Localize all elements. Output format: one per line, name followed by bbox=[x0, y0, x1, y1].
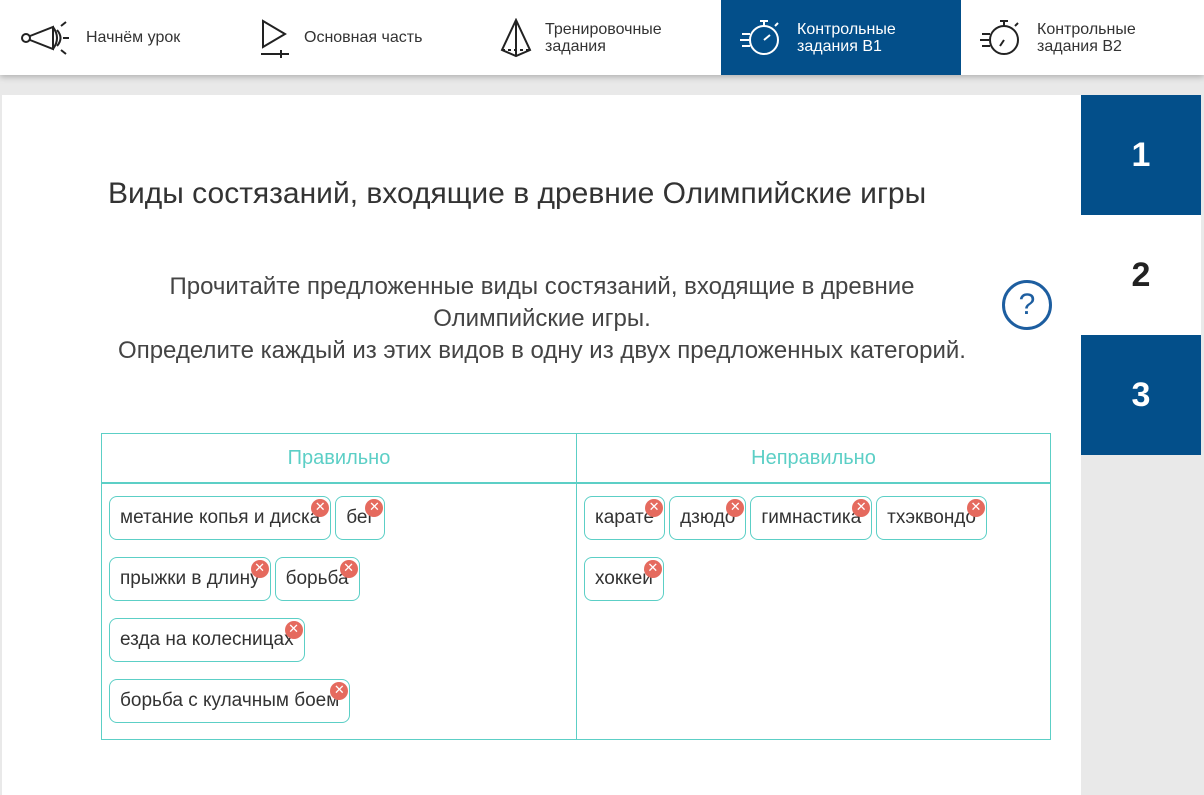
task-card: Виды состязаний, входящие в древние Олим… bbox=[2, 95, 1081, 795]
remove-icon[interactable]: ✕ bbox=[330, 682, 349, 700]
remove-icon[interactable]: ✕ bbox=[726, 499, 745, 517]
answer-chip[interactable]: карате ✕ bbox=[584, 496, 666, 540]
answer-chip[interactable]: езда на колесницах ✕ bbox=[109, 618, 305, 662]
chip-label: борьба bbox=[285, 568, 349, 589]
column-header-correct: Правильно bbox=[102, 434, 576, 484]
task-number-label: 3 bbox=[1131, 375, 1151, 414]
nav-label: Контрольные задания В1 bbox=[797, 20, 896, 55]
chip-label: гимнастика bbox=[761, 507, 862, 528]
answer-chip[interactable]: гимнастика ✕ bbox=[750, 496, 873, 540]
stopwatch-icon bbox=[979, 18, 1023, 58]
column-header-incorrect: Неправильно bbox=[577, 434, 1050, 484]
help-button[interactable]: ? bbox=[1002, 280, 1052, 330]
nav-label: Начнём урок bbox=[86, 29, 181, 46]
drop-zone-correct[interactable]: метание копья и диска ✕ бег ✕ прыжки в дли… bbox=[102, 484, 576, 740]
remove-icon[interactable]: ✕ bbox=[339, 560, 358, 578]
remove-icon[interactable]: ✕ bbox=[645, 499, 664, 517]
nav-label: Тренировочные задания bbox=[545, 20, 662, 55]
task-number-label: 1 bbox=[1131, 135, 1151, 174]
remove-icon[interactable]: ✕ bbox=[365, 499, 384, 517]
chip-label: прыжки в длину bbox=[120, 568, 260, 589]
remove-icon[interactable]: ✕ bbox=[966, 499, 985, 517]
nav-label: Основная часть bbox=[304, 29, 423, 46]
nav-control-tasks-b1[interactable]: Контрольные задания В1 bbox=[721, 0, 961, 75]
answer-chip[interactable]: тхэквондо ✕ bbox=[876, 496, 987, 540]
question-icon: ? bbox=[1018, 288, 1036, 321]
nav-main-part[interactable]: Основная часть bbox=[240, 0, 480, 75]
category-table: Правильно метание копья и диска ✕ бег ✕ пр… bbox=[101, 433, 1051, 740]
column-correct[interactable]: Правильно метание копья и диска ✕ бег ✕ пр… bbox=[102, 434, 577, 739]
task-number-3[interactable]: 3 bbox=[1081, 335, 1201, 455]
instruction-line-1: Прочитайте предложенные виды состязаний,… bbox=[169, 273, 915, 332]
remove-icon[interactable]: ✕ bbox=[284, 621, 303, 639]
chip-label: борьба с кулачным боем bbox=[120, 690, 340, 711]
task-number-1[interactable]: 1 bbox=[1081, 95, 1201, 215]
drop-zone-incorrect[interactable]: карате ✕ дзюдо ✕ гимнастика ✕ тхэквондо ✕ хо… bbox=[577, 484, 1050, 618]
remove-icon[interactable]: ✕ bbox=[643, 560, 662, 578]
answer-chip[interactable]: дзюдо ✕ bbox=[669, 496, 747, 540]
chip-label: метание копья и диска bbox=[120, 507, 321, 528]
task-title: Виды состязаний, входящие в древние Олим… bbox=[108, 177, 927, 210]
answer-chip[interactable]: метание копья и диска ✕ bbox=[109, 496, 332, 540]
remove-icon[interactable]: ✕ bbox=[311, 499, 330, 517]
megaphone-icon bbox=[18, 20, 70, 55]
answer-chip[interactable]: хоккей ✕ bbox=[584, 557, 664, 601]
play-icon bbox=[258, 18, 294, 58]
task-instruction: Прочитайте предложенные виды состязаний,… bbox=[112, 271, 972, 367]
nav-control-tasks-b2[interactable]: Контрольные задания В2 bbox=[961, 0, 1204, 75]
pyramid-icon bbox=[498, 17, 534, 58]
column-incorrect[interactable]: Неправильно карате ✕ дзюдо ✕ гимнастика ✕ т… bbox=[577, 434, 1050, 739]
nav-training-tasks[interactable]: Тренировочные задания bbox=[480, 0, 721, 75]
answer-chip[interactable]: прыжки в длину ✕ bbox=[109, 557, 271, 601]
nav-start-lesson[interactable]: Начнём урок bbox=[0, 0, 240, 75]
nav-label: Контрольные задания В2 bbox=[1037, 20, 1136, 55]
task-number-label: 2 bbox=[1131, 255, 1151, 294]
answer-chip[interactable]: борьба с кулачным боем ✕ bbox=[109, 679, 351, 723]
answer-chip[interactable]: бег ✕ bbox=[335, 496, 386, 540]
chip-label: езда на колесницах bbox=[120, 629, 294, 650]
instruction-line-2: Определите каждый из этих видов в одну и… bbox=[118, 337, 966, 364]
task-number-2[interactable]: 2 bbox=[1081, 215, 1201, 335]
stopwatch-icon bbox=[739, 18, 783, 58]
answer-chip[interactable]: борьба ✕ bbox=[274, 557, 360, 601]
top-navigation: Начнём урок Основная часть Тренировочные… bbox=[0, 0, 1204, 75]
remove-icon[interactable]: ✕ bbox=[852, 499, 871, 517]
remove-icon[interactable]: ✕ bbox=[250, 560, 269, 578]
chip-label: тхэквондо bbox=[887, 507, 976, 528]
